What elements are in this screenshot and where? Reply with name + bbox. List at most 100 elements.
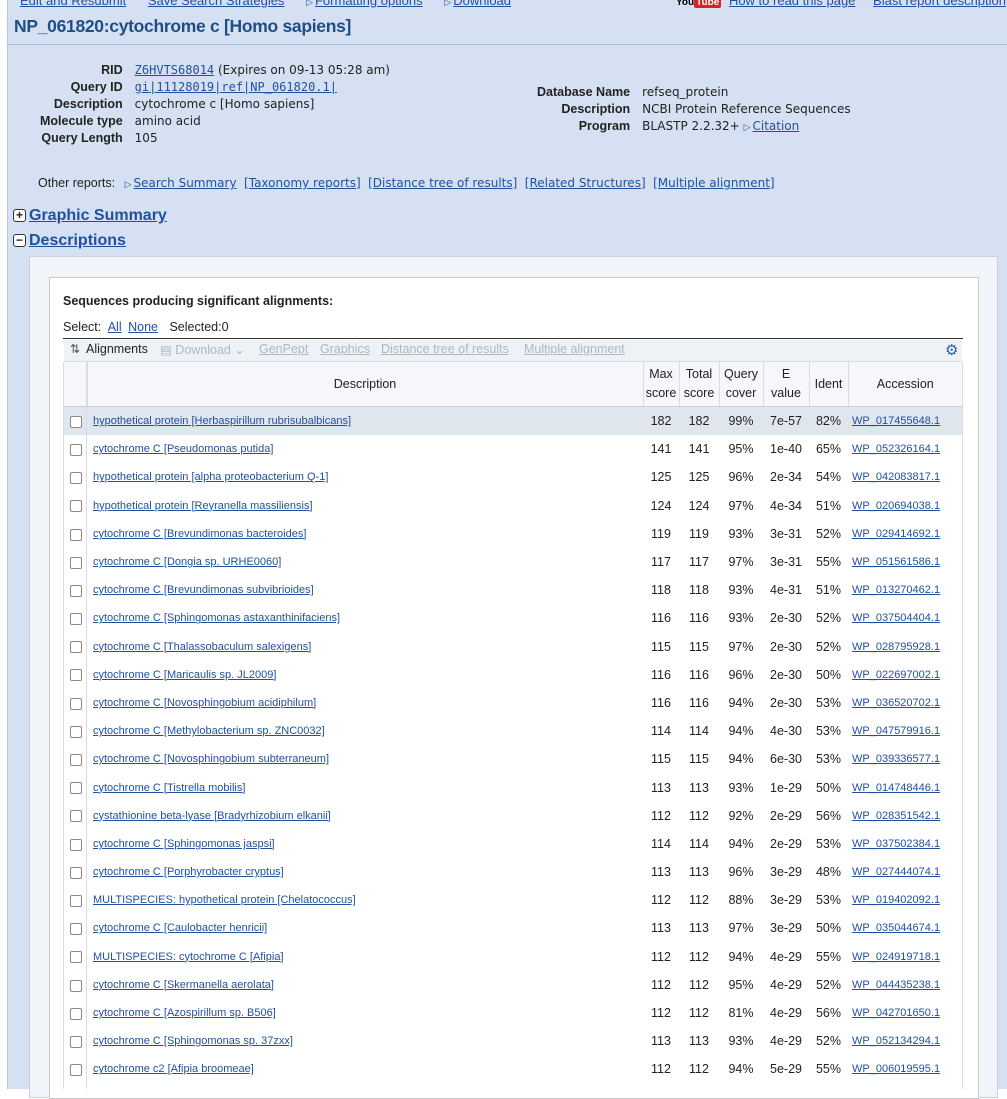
table-row[interactable]: hypothetical protein [alpha proteobacter… [64,463,962,491]
accession-link[interactable]: WP_052134294.1 [852,1035,940,1047]
description-link[interactable]: cytochrome C [Novosphingobium subterrane… [93,753,329,765]
description-link[interactable]: cytochrome C [Skermanella aerolata] [93,979,274,991]
accession-link[interactable]: WP_052326164.1 [852,443,940,455]
description-link[interactable]: cytochrome C [Maricaulis sp. JL2009] [93,669,276,681]
table-row[interactable]: cytochrome C [Tistrella mobilis] 113 113 93… [64,773,962,801]
description-link[interactable]: hypothetical protein [Reyranella massili… [93,500,313,512]
accession-link[interactable]: WP_013270462.1 [852,584,940,596]
accession-link[interactable]: WP_029414692.1 [852,528,940,540]
download-button[interactable]: ▤ Download ⌄ [160,342,245,357]
row-checkbox[interactable] [69,1007,82,1020]
table-row[interactable]: cytochrome C [Dongia sp. URHE0060] 117 117… [64,548,962,576]
table-row[interactable]: MULTISPECIES: hypothetical protein [Chel… [64,886,962,914]
edit-resubmit-link[interactable]: Edit and Resubmit [20,0,126,8]
table-row[interactable]: cytochrome C [Maricaulis sp. JL2009] 116 1… [64,661,962,689]
header-max-score[interactable]: Max score [642,362,679,407]
row-checkbox[interactable] [69,613,82,626]
description-link[interactable]: cytochrome C [Methylobacterium sp. ZNC00… [93,725,325,737]
distance-tree-link[interactable]: [Distance tree of results] [368,176,517,190]
description-link[interactable]: cytochrome C [Sphingomonas astaxanthinif… [93,612,340,624]
table-row[interactable]: cytochrome C [Azospirillum sp. B506] 112 1… [64,999,962,1027]
sort-icon[interactable]: ⇅ [70,342,80,356]
header-accession[interactable]: Accession [847,362,962,407]
collapse-minus-icon[interactable]: − [13,234,26,247]
accession-link[interactable]: WP_039336577.1 [852,753,940,765]
row-checkbox[interactable] [69,923,82,936]
save-search-strategies-link[interactable]: Save Search Strategies [148,0,285,8]
query-id-link[interactable]: gi|11128019|ref|NP_061820.1| [135,80,337,94]
citation-link[interactable]: Citation [752,119,799,133]
description-link[interactable]: MULTISPECIES: cytochrome C [Afipia] [93,951,284,963]
table-row[interactable]: cytochrome C [Novosphingobium acidiphilu… [64,689,962,717]
row-checkbox[interactable] [69,641,82,654]
description-link[interactable]: cytochrome C [Pseudomonas putida] [93,443,273,455]
accession-link[interactable]: WP_037504404.1 [852,612,940,624]
multiple-alignment-button[interactable]: Multiple alignment [524,342,625,356]
table-row[interactable]: cytochrome C [Caulobacter henricii] 113 11… [64,914,962,942]
row-checkbox[interactable] [69,866,82,879]
accession-link[interactable]: WP_017455648.1 [852,415,940,427]
descriptions-link[interactable]: Descriptions [29,232,126,249]
how-to-read-link[interactable]: How to read this page [729,0,855,8]
row-checkbox[interactable] [69,584,82,597]
table-row[interactable]: cytochrome C [Methylobacterium sp. ZNC00… [64,717,962,745]
distance-tree-button[interactable]: Distance tree of results [381,342,509,356]
description-link[interactable]: hypothetical protein [alpha proteobacter… [93,471,328,483]
table-row[interactable]: cytochrome C [Pseudomonas putida] 141 141 9… [64,435,962,463]
accession-link[interactable]: WP_022697002.1 [852,669,940,681]
description-link[interactable]: cytochrome C [Azospirillum sp. B506] [93,1007,276,1019]
row-checkbox[interactable] [69,528,82,541]
row-checkbox[interactable] [69,415,82,428]
table-row[interactable]: cytochrome C [Brevundimonas bacteroides]… [64,520,962,548]
description-link[interactable]: cytochrome C [Caulobacter henricii] [93,922,267,934]
table-row[interactable]: cytochrome C [Sphingomonas jaspsi] 114 114… [64,830,962,858]
table-row[interactable]: cystathionine beta-lyase [Bradyrhizobium… [64,802,962,830]
table-row[interactable]: cytochrome C [Brevundimonas subvibrioide… [64,576,962,604]
row-checkbox[interactable] [69,697,82,710]
report-description-link[interactable]: Blast report description [873,0,1006,8]
download-link[interactable]: Download [453,0,511,8]
table-row[interactable]: cytochrome C [Skermanella aerolata] 112 11… [64,971,962,999]
accession-link[interactable]: WP_020694038.1 [852,500,940,512]
row-checkbox[interactable] [69,443,82,456]
table-row[interactable]: cytochrome C [Sphingomonas sp. 37zxx] 113… [64,1027,962,1055]
accession-link[interactable]: WP_035044674.1 [852,922,940,934]
row-checkbox[interactable] [69,838,82,851]
header-total-score[interactable]: Total score [678,362,719,407]
description-link[interactable]: cytochrome C [Thalassobaculum salexigens… [93,641,311,653]
formatting-options-link[interactable]: Formatting options [315,0,423,8]
accession-link[interactable]: WP_044435238.1 [852,979,940,991]
row-checkbox[interactable] [69,472,82,485]
row-checkbox[interactable] [69,894,82,907]
header-e-value[interactable]: Evalue [762,362,809,407]
row-checkbox[interactable] [69,754,82,767]
graphic-summary-toggle[interactable]: + Graphic Summary [13,207,167,225]
accession-link[interactable]: WP_019402092.1 [852,894,940,906]
accession-link[interactable]: WP_047579916.1 [852,725,940,737]
related-structures-link[interactable]: [Related Structures] [525,176,646,190]
row-checkbox[interactable] [69,725,82,738]
description-link[interactable]: cytochrome C [Dongia sp. URHE0060] [93,556,281,568]
row-checkbox[interactable] [69,782,82,795]
header-description[interactable]: Description [86,362,643,407]
row-checkbox[interactable] [69,951,82,964]
select-none-link[interactable]: None [128,320,158,334]
row-checkbox[interactable] [69,979,82,992]
accession-link[interactable]: WP_028351542.1 [852,810,940,822]
genpept-button[interactable]: GenPept [259,342,308,356]
accession-link[interactable]: WP_027444074.1 [852,866,940,878]
accession-link[interactable]: WP_051561586.1 [852,556,940,568]
accession-link[interactable]: WP_024919718.1 [852,951,940,963]
multiple-alignment-link[interactable]: [Multiple alignment] [653,176,774,190]
descriptions-toggle[interactable]: − Descriptions [13,232,126,250]
accession-link[interactable]: WP_028795928.1 [852,641,940,653]
taxonomy-reports-link[interactable]: [Taxonomy reports] [244,176,361,190]
header-ident[interactable]: Ident [808,362,848,407]
table-row[interactable]: hypothetical protein [Herbaspirillum rub… [64,406,962,436]
description-link[interactable]: cytochrome C [Novosphingobium acidiphilu… [93,697,316,709]
row-checkbox[interactable] [69,500,82,513]
table-row[interactable]: cytochrome C [Novosphingobium subterrane… [64,745,962,773]
table-row[interactable]: cytochrome c2 [Afipia broomeae] 112 112 94%… [64,1055,962,1083]
description-link[interactable]: hypothetical protein [Herbaspirillum rub… [93,415,351,427]
select-all-link[interactable]: All [108,320,122,334]
